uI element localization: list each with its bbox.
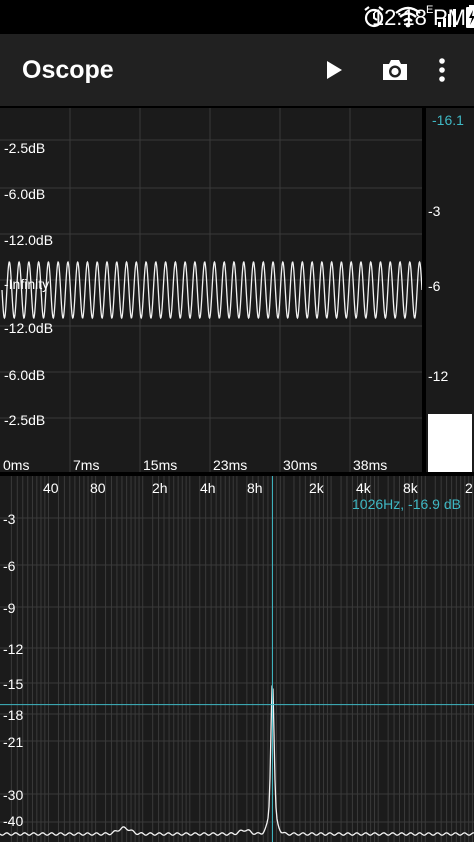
spectrum-x-label: 40 bbox=[43, 480, 59, 496]
scope-graph: -2.5dB -6.0dB -12.0dB -Infinity -12.0dB … bbox=[0, 108, 422, 472]
camera-icon bbox=[383, 60, 407, 80]
scope-x-label: 15ms bbox=[143, 457, 177, 472]
play-icon bbox=[327, 61, 342, 79]
spectrum-y-label: -12 bbox=[3, 641, 23, 657]
level-tick-label: -3 bbox=[428, 203, 441, 219]
spectrum-graph: 1026Hz, -16.9 dB 40 80 2h 4h 8h 2k 4k 8k… bbox=[0, 476, 474, 842]
scope-x-label: 0ms bbox=[3, 457, 29, 472]
spectrum-y-label: -21 bbox=[3, 734, 23, 750]
scope-y-label: -2.5dB bbox=[4, 140, 45, 156]
play-button[interactable] bbox=[316, 52, 352, 88]
spectrum-y-label: -40 bbox=[3, 813, 23, 829]
camera-button[interactable] bbox=[377, 52, 413, 88]
overflow-menu-button[interactable] bbox=[424, 52, 460, 88]
spectrum-x-label: 4k bbox=[356, 480, 372, 496]
spectrum-y-label: -15 bbox=[3, 676, 23, 692]
scope-y-label: -6.0dB bbox=[4, 367, 45, 383]
spectrum-x-label: 2h bbox=[152, 480, 168, 496]
level-tick-label: -6 bbox=[428, 278, 441, 294]
cursor-readout: 1026Hz, -16.9 dB bbox=[352, 496, 461, 512]
spectrum-x-label: 2k bbox=[309, 480, 325, 496]
scope-y-label: -12.0dB bbox=[4, 320, 53, 336]
scope-y-label: -6.0dB bbox=[4, 186, 45, 202]
spectrum-panel[interactable]: 1026Hz, -16.9 dB 40 80 2h 4h 8h 2k 4k 8k… bbox=[0, 476, 474, 842]
scope-x-label: 30ms bbox=[283, 457, 317, 472]
scope-y-label: -2.5dB bbox=[4, 412, 45, 428]
overflow-menu-icon bbox=[439, 58, 445, 82]
spectrum-y-label: -18 bbox=[3, 707, 23, 723]
oscilloscope-panel[interactable]: -2.5dB -6.0dB -12.0dB -Infinity -12.0dB … bbox=[0, 108, 422, 472]
app-bar: Oscope bbox=[0, 34, 474, 106]
spectrum-y-label: -30 bbox=[3, 787, 23, 803]
scope-center-label: -Infinity bbox=[4, 276, 49, 292]
scope-x-label: 38ms bbox=[353, 457, 387, 472]
scope-y-label: -12.0dB bbox=[4, 232, 53, 248]
spectrum-x-label: 80 bbox=[90, 480, 106, 496]
level-readout: -16.1 bbox=[432, 112, 464, 128]
spectrum-x-label: 8k bbox=[403, 480, 419, 496]
level-bar bbox=[428, 413, 472, 472]
spectrum-y-label: -6 bbox=[3, 558, 16, 574]
status-bar: E 12:18 PM bbox=[0, 0, 474, 34]
scope-x-label: 23ms bbox=[213, 457, 247, 472]
status-time: 12:18 PM bbox=[371, 5, 466, 30]
spectrum-y-label: -9 bbox=[3, 600, 16, 616]
spectrum-y-label: -3 bbox=[3, 511, 16, 527]
spectrum-x-label: 8h bbox=[247, 480, 263, 496]
scope-x-label: 7ms bbox=[73, 457, 99, 472]
spectrum-x-label: 4h bbox=[200, 480, 216, 496]
level-tick-label: -12 bbox=[428, 368, 449, 384]
app-title: Oscope bbox=[22, 56, 114, 84]
level-meter: -16.1 -3 -6 -12 bbox=[426, 108, 474, 472]
spectrum-x-label: 2 bbox=[465, 480, 473, 496]
waveform-trace bbox=[1, 260, 422, 320]
